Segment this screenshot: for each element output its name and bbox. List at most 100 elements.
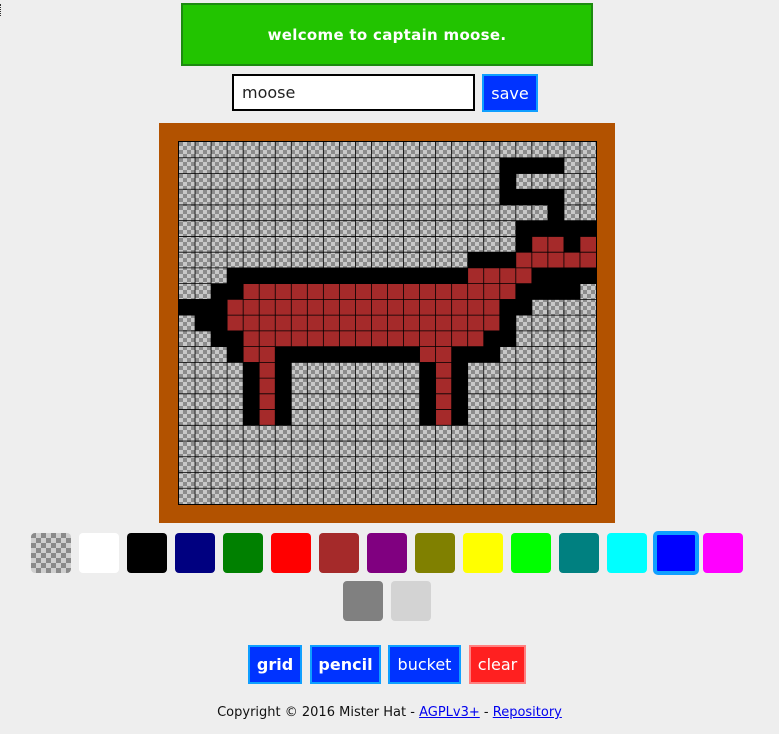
drawing-name-input[interactable] <box>232 74 475 111</box>
pixel-cell[interactable] <box>483 252 501 269</box>
color-swatch[interactable] <box>463 533 503 573</box>
pixel-cell[interactable] <box>291 299 308 316</box>
pixel-cell[interactable] <box>467 315 485 332</box>
pixel-cell[interactable] <box>275 283 292 300</box>
pixel-cell[interactable] <box>259 393 276 410</box>
pixel-cell[interactable] <box>563 220 581 237</box>
pixel-cell[interactable] <box>387 330 404 347</box>
pixel-cell[interactable] <box>275 330 292 347</box>
pixel-cell[interactable] <box>483 330 501 347</box>
pixel-cell[interactable] <box>355 315 372 332</box>
pixel-cell[interactable] <box>435 393 452 410</box>
pixel-cell[interactable] <box>227 315 244 332</box>
pixel-cell[interactable] <box>355 299 372 316</box>
pixel-cell[interactable] <box>211 315 228 332</box>
pixel-cell[interactable] <box>275 299 292 316</box>
pixel-cell[interactable] <box>243 378 260 395</box>
pixel-cell[interactable] <box>387 299 404 316</box>
pixel-cell[interactable] <box>403 299 420 316</box>
color-swatch[interactable] <box>175 533 215 573</box>
color-swatch[interactable] <box>31 533 71 573</box>
pixel-cell[interactable] <box>323 346 340 363</box>
pixel-cell[interactable] <box>419 330 436 347</box>
pixel-cell[interactable] <box>547 252 565 269</box>
pixel-cell[interactable] <box>483 267 501 284</box>
pixel-cell[interactable] <box>195 315 212 332</box>
pixel-cell[interactable] <box>499 315 517 332</box>
pixel-cell[interactable] <box>531 267 549 284</box>
pixel-cell[interactable] <box>515 283 533 300</box>
pixel-cell[interactable] <box>275 267 292 284</box>
pixel-cell[interactable] <box>275 393 292 410</box>
pixel-cell[interactable] <box>467 346 485 363</box>
pixel-cell[interactable] <box>467 267 485 284</box>
pixel-cell[interactable] <box>371 267 388 284</box>
grid-button[interactable]: grid <box>248 645 302 684</box>
pixel-cell[interactable] <box>499 283 517 300</box>
pixel-cell[interactable] <box>419 267 436 284</box>
pixel-cell[interactable] <box>243 299 260 316</box>
pixel-cell[interactable] <box>499 157 517 174</box>
pixel-cell[interactable] <box>531 189 549 206</box>
pixel-cell[interactable] <box>291 267 308 284</box>
pixel-cell[interactable] <box>563 236 581 253</box>
color-swatch[interactable] <box>511 533 551 573</box>
pixel-cell[interactable] <box>259 346 276 363</box>
pixel-cell[interactable] <box>387 315 404 332</box>
pixel-cell[interactable] <box>227 330 244 347</box>
pixel-cell[interactable] <box>419 315 436 332</box>
color-swatch[interactable] <box>319 533 359 573</box>
pixel-cell[interactable] <box>307 299 324 316</box>
pixel-cell[interactable] <box>243 330 260 347</box>
pixel-cell[interactable] <box>451 299 468 316</box>
pixel-cell[interactable] <box>355 283 372 300</box>
pixel-cell[interactable] <box>499 189 517 206</box>
pixel-cell[interactable] <box>275 346 292 363</box>
pixel-cell[interactable] <box>387 283 404 300</box>
pixel-cell[interactable] <box>403 346 420 363</box>
pixel-cell[interactable] <box>547 204 565 221</box>
pixel-cell[interactable] <box>435 362 452 379</box>
pixel-cell[interactable] <box>419 299 436 316</box>
pixel-cell[interactable] <box>515 267 533 284</box>
pixel-cell[interactable] <box>547 157 565 174</box>
pixel-cell[interactable] <box>467 252 485 269</box>
pixel-cell[interactable] <box>243 315 260 332</box>
pixel-cell[interactable] <box>547 189 565 206</box>
pixel-cell[interactable] <box>339 315 356 332</box>
pixel-cell[interactable] <box>259 315 276 332</box>
pixel-cell[interactable] <box>259 330 276 347</box>
pixel-cell[interactable] <box>435 283 452 300</box>
pixel-cell[interactable] <box>259 267 276 284</box>
pixel-cell[interactable] <box>355 330 372 347</box>
pixel-cell[interactable] <box>483 299 501 316</box>
pixel-cell[interactable] <box>563 252 581 269</box>
pixel-cell[interactable] <box>531 157 549 174</box>
color-swatch[interactable] <box>343 581 383 621</box>
pixel-cell[interactable] <box>435 378 452 395</box>
pixel-cell[interactable] <box>275 315 292 332</box>
pixel-cell[interactable] <box>179 299 196 316</box>
pixel-cell[interactable] <box>483 283 501 300</box>
drawing-canvas[interactable] <box>178 141 597 505</box>
pixel-cell[interactable] <box>467 330 485 347</box>
pixel-cell[interactable] <box>307 267 324 284</box>
pixel-cell[interactable] <box>227 283 244 300</box>
pixel-cell[interactable] <box>291 283 308 300</box>
pixel-cell[interactable] <box>451 393 468 410</box>
pixel-cell[interactable] <box>227 267 244 284</box>
pixel-cell[interactable] <box>419 283 436 300</box>
pixel-cell[interactable] <box>323 283 340 300</box>
pixel-cell[interactable] <box>211 283 228 300</box>
pixel-grid[interactable] <box>179 142 596 504</box>
pixel-cell[interactable] <box>243 409 260 426</box>
repository-link[interactable]: Repository <box>493 705 562 720</box>
color-swatch[interactable] <box>127 533 167 573</box>
pixel-cell[interactable] <box>579 252 596 269</box>
pixel-cell[interactable] <box>387 346 404 363</box>
pixel-cell[interactable] <box>243 267 260 284</box>
pixel-cell[interactable] <box>243 346 260 363</box>
pixel-cell[interactable] <box>515 189 533 206</box>
pixel-cell[interactable] <box>195 299 212 316</box>
pixel-cell[interactable] <box>419 346 436 363</box>
